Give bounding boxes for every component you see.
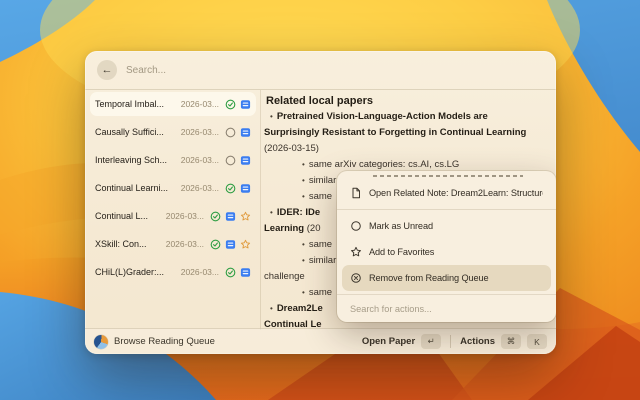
paper-entry-date: (2026-03-15) <box>264 141 550 157</box>
list-item[interactable]: Continual Learni... 2026-03... <box>90 176 256 200</box>
note-icon <box>240 127 251 138</box>
back-arrow-icon: ← <box>102 65 113 76</box>
actions-menu: Open Related Note: Dream2Learn: Structur… <box>337 171 556 322</box>
paper-title: Continual Learni... <box>95 183 177 193</box>
paper-date: 2026-03... <box>181 127 219 137</box>
favorite-star-icon <box>240 239 251 250</box>
bullet: • <box>302 192 305 201</box>
circle-icon <box>350 220 362 232</box>
bullet: • <box>302 240 305 249</box>
paper-entry-title: Surprisingly Resistant to Forgetting in … <box>264 125 550 141</box>
detail-heading: Related local papers <box>264 90 550 109</box>
list-item[interactable]: Temporal Imbal... 2026-03... <box>90 92 256 116</box>
paper-title: XSkill: Con... <box>95 239 162 249</box>
list-item[interactable]: Continual L... 2026-03... <box>90 204 256 228</box>
paper-title: CHiL(L)Grader:... <box>95 267 177 277</box>
search-input[interactable]: Search... <box>126 65 166 76</box>
paper-title: Continual L... <box>95 211 162 221</box>
back-button[interactable]: ← <box>97 60 117 80</box>
note-icon <box>240 99 251 110</box>
note-icon <box>225 211 236 222</box>
bullet: • <box>302 160 305 169</box>
paper-title: Causally Suffici... <box>95 127 177 137</box>
list-item[interactable]: CHiL(L)Grader:... 2026-03... <box>90 260 256 284</box>
app-logo-icon <box>94 335 108 349</box>
read-check-icon <box>210 239 221 250</box>
clipped-menu-item <box>351 171 542 180</box>
bullet: • <box>270 208 273 217</box>
paper-title: Temporal Imbal... <box>95 99 177 109</box>
bullet: • <box>302 256 305 265</box>
actions-search-input[interactable]: Search for actions... <box>337 294 556 322</box>
footer-divider <box>450 335 451 348</box>
launcher-window: ← Search... Temporal Imbal... 2026-03...… <box>85 51 556 354</box>
paper-entry-title: •Pretrained Vision-Language-Action Model… <box>264 109 550 125</box>
unread-circle-icon <box>225 155 236 166</box>
list-item[interactable]: XSkill: Con... 2026-03... <box>90 232 256 256</box>
note-icon <box>240 155 251 166</box>
bullet: • <box>270 112 273 121</box>
k-key-icon: K <box>527 334 547 349</box>
star-icon <box>350 246 362 258</box>
open-paper-button[interactable]: Open Paper <box>362 336 415 347</box>
command-title: Browse Reading Queue <box>114 336 215 347</box>
read-check-icon <box>225 99 236 110</box>
actions-button[interactable]: Actions <box>460 336 495 347</box>
menu-item-open-related-note[interactable]: Open Related Note: Dream2Learn: Structur… <box>342 180 551 206</box>
paper-date: 2026-03... <box>181 183 219 193</box>
search-bar: ← Search... <box>85 51 556 90</box>
paper-title: Interleaving Sch... <box>95 155 177 165</box>
menu-item-mark-as-unread[interactable]: Mark as Unread <box>342 213 551 239</box>
bullet: • <box>270 304 273 313</box>
note-icon <box>225 239 236 250</box>
menu-divider <box>337 209 556 210</box>
note-icon <box>240 267 251 278</box>
list-item[interactable]: Causally Suffici... 2026-03... <box>90 120 256 144</box>
status-bar: Browse Reading Queue Open Paper ↵ Action… <box>85 328 556 354</box>
bullet: • <box>302 288 305 297</box>
note-icon <box>240 183 251 194</box>
paper-date: 2026-03... <box>181 99 219 109</box>
command-key-icon: ⌘ <box>501 334 521 349</box>
remove-circle-icon <box>350 272 362 284</box>
read-check-icon <box>225 183 236 194</box>
paper-date: 2026-03... <box>166 211 204 221</box>
bullet: • <box>302 176 305 185</box>
paper-date: 2026-03... <box>166 239 204 249</box>
read-check-icon <box>210 211 221 222</box>
favorite-star-icon <box>240 211 251 222</box>
paper-list: Temporal Imbal... 2026-03... Causally Su… <box>85 90 260 330</box>
unread-circle-icon <box>225 127 236 138</box>
document-icon <box>350 187 362 199</box>
list-item[interactable]: Interleaving Sch... 2026-03... <box>90 148 256 172</box>
desktop: ← Search... Temporal Imbal... 2026-03...… <box>0 0 640 400</box>
return-key-icon: ↵ <box>421 334 441 349</box>
read-check-icon <box>225 267 236 278</box>
menu-item-add-to-favorites[interactable]: Add to Favorites <box>342 239 551 265</box>
menu-item-remove-from-reading-queue[interactable]: Remove from Reading Queue <box>342 265 551 291</box>
paper-date: 2026-03... <box>181 267 219 277</box>
paper-date: 2026-03... <box>181 155 219 165</box>
